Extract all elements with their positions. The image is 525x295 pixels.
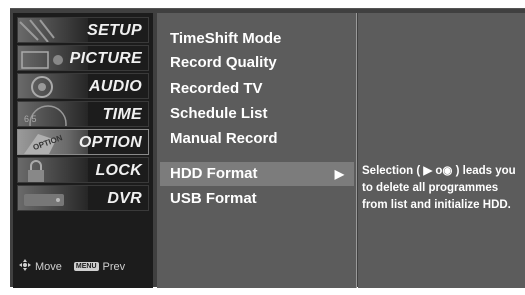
menu-item-recorded-tv[interactable]: Recorded TV: [160, 77, 354, 101]
move-arrows-icon: [19, 259, 31, 274]
key-hints: Move MENU Prev: [19, 259, 125, 274]
menu-item-label: TimeShift Mode: [170, 30, 282, 47]
dvr-icon: [18, 186, 88, 210]
category-audio[interactable]: AUDIO: [17, 73, 149, 99]
menu-item-timeshift-mode[interactable]: TimeShift Mode: [160, 27, 354, 51]
category-label: OPTION: [78, 134, 142, 151]
menu-item-hdd-format[interactable]: HDD Format ▶: [160, 162, 354, 186]
category-column: SETUP PICTURE AUDIO 6 5 TIME OPTION OPTI…: [13, 13, 153, 288]
lock-icon: [18, 158, 88, 182]
category-label: AUDIO: [88, 78, 142, 95]
category-label: PICTURE: [69, 50, 142, 67]
option-icon: OPTION: [18, 130, 88, 154]
menu-item-label: Recorded TV: [170, 80, 263, 97]
category-dvr[interactable]: DVR: [17, 185, 149, 211]
category-option[interactable]: OPTION OPTION: [17, 129, 149, 155]
menu-key-icon: MENU: [73, 262, 99, 271]
submenu-arrow-icon: ▶: [334, 167, 344, 181]
prev-hint-label: Prev: [102, 260, 126, 273]
option-menu: TimeShift Mode Record Quality Recorded T…: [157, 13, 357, 288]
menu-item-schedule-list[interactable]: Schedule List: [160, 102, 354, 126]
category-setup[interactable]: SETUP: [17, 17, 149, 43]
category-time[interactable]: 6 5 TIME: [17, 101, 149, 127]
osd-screen: SETUP PICTURE AUDIO 6 5 TIME OPTION OPTI…: [10, 8, 525, 288]
move-hint-label: Move: [35, 260, 62, 273]
menu-item-manual-record[interactable]: Manual Record: [160, 127, 354, 151]
menu-item-label: HDD Format: [170, 165, 258, 182]
category-label: SETUP: [87, 22, 142, 39]
category-label: TIME: [102, 106, 142, 123]
category-lock[interactable]: LOCK: [17, 157, 149, 183]
menu-item-label: Manual Record: [170, 130, 278, 147]
category-label: LOCK: [95, 162, 142, 179]
category-picture[interactable]: PICTURE: [17, 45, 149, 71]
description-panel: Selection ( ▶ o◉ ) leads you to delete a…: [358, 13, 525, 288]
menu-item-usb-format[interactable]: USB Format: [160, 187, 354, 211]
description-text: Selection ( ▶ o◉ ) leads you to delete a…: [362, 165, 516, 211]
audio-icon: [18, 74, 88, 98]
time-icon: 6 5: [18, 102, 88, 126]
menu-item-label: USB Format: [170, 190, 257, 207]
category-label: DVR: [107, 190, 142, 207]
setup-icon: [18, 18, 88, 42]
menu-item-label: Record Quality: [170, 54, 277, 71]
menu-item-record-quality[interactable]: Record Quality: [160, 51, 354, 75]
menu-item-label: Schedule List: [170, 105, 268, 122]
svg-text:6 5: 6 5: [24, 114, 37, 124]
